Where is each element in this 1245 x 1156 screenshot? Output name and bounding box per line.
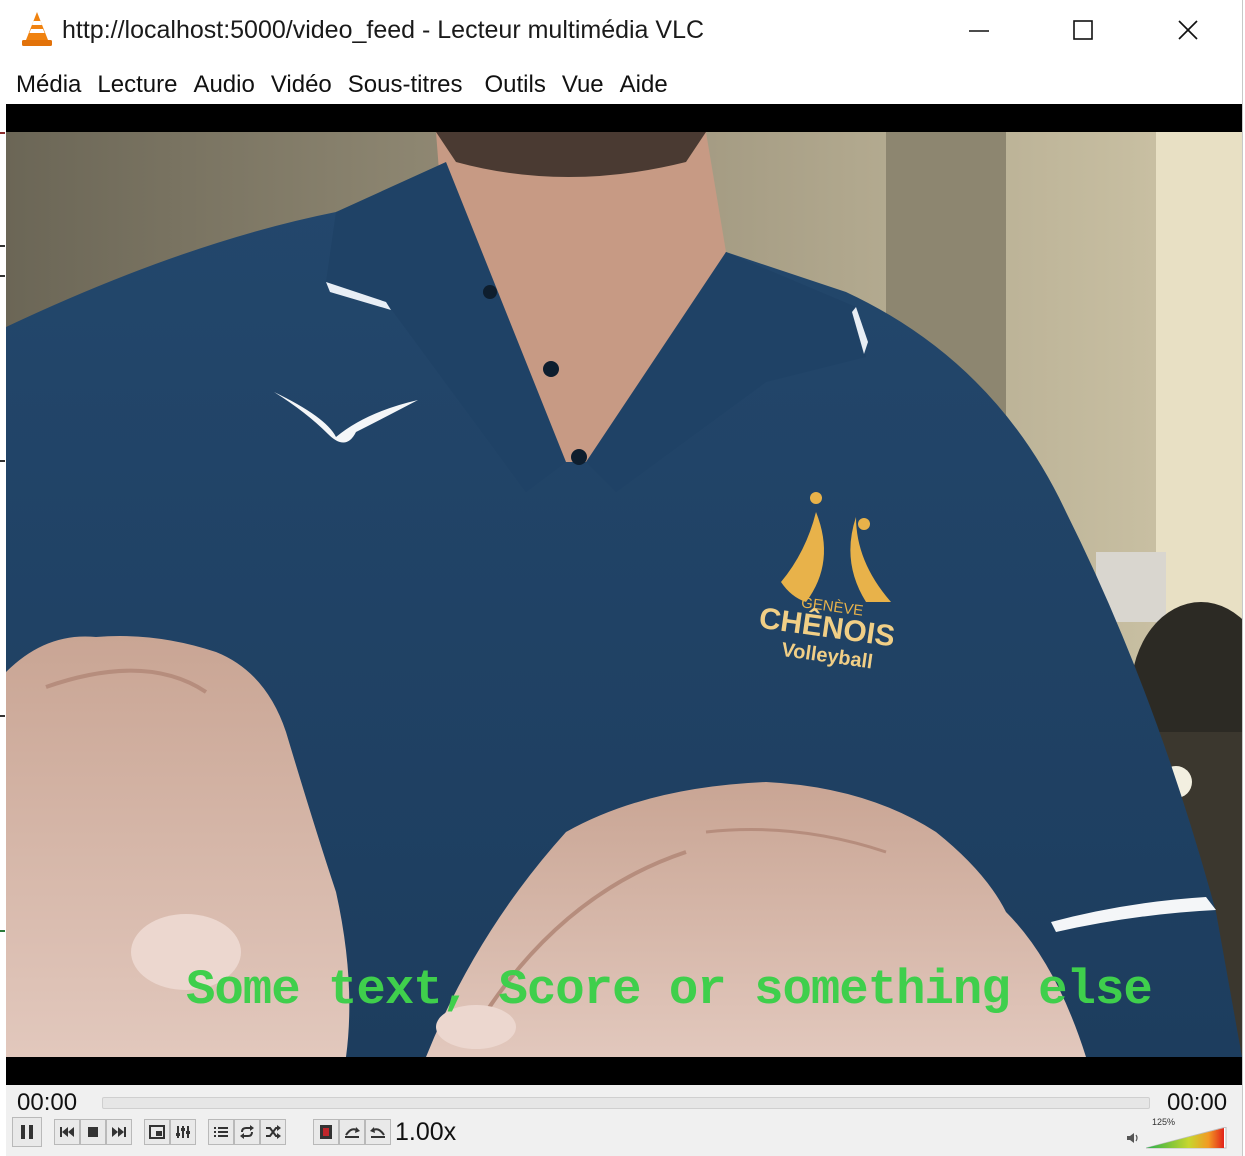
vlc-cone-icon bbox=[20, 10, 54, 48]
window-title: http://localhost:5000/video_feed - Lecte… bbox=[62, 16, 705, 44]
snapshot-icon bbox=[345, 1127, 360, 1138]
volume-percent: 125% bbox=[1152, 1117, 1176, 1127]
vlc-window: http://localhost:5000/video_feed - Lecte… bbox=[6, 0, 1243, 1156]
minimize-icon bbox=[969, 30, 989, 32]
loop-button[interactable] bbox=[234, 1119, 260, 1145]
menu-sous-titres[interactable]: Sous-titres bbox=[340, 71, 471, 99]
shuffle-button[interactable] bbox=[260, 1119, 286, 1145]
snapshot-button[interactable] bbox=[339, 1119, 365, 1145]
playlist-icon bbox=[214, 1127, 228, 1137]
frame-by-frame-icon bbox=[370, 1127, 385, 1138]
close-button[interactable] bbox=[1162, 8, 1214, 52]
volume-slider[interactable] bbox=[1146, 1127, 1228, 1149]
menu-aide[interactable]: Aide bbox=[612, 71, 676, 99]
playback-speed[interactable]: 1.00x bbox=[395, 1118, 456, 1147]
menu-video[interactable]: Vidéo bbox=[263, 71, 340, 99]
maximize-button[interactable] bbox=[1057, 8, 1109, 52]
elapsed-time: 00:00 bbox=[17, 1089, 78, 1116]
extended-settings-button[interactable] bbox=[170, 1119, 196, 1145]
menu-vue[interactable]: Vue bbox=[554, 71, 612, 99]
seek-bar[interactable] bbox=[102, 1097, 1150, 1109]
title-bar[interactable]: http://localhost:5000/video_feed - Lecte… bbox=[6, 0, 1242, 62]
fullscreen-button[interactable] bbox=[144, 1119, 170, 1145]
total-time: 00:00 bbox=[1167, 1089, 1228, 1116]
shuffle-icon bbox=[266, 1125, 281, 1139]
menu-media[interactable]: Média bbox=[6, 71, 89, 99]
pause-button[interactable] bbox=[12, 1117, 42, 1147]
stop-button[interactable] bbox=[80, 1119, 106, 1145]
speaker-icon[interactable] bbox=[1126, 1131, 1140, 1145]
video-frame: GENÈVE CHÊNOIS Volleyball Some text, Sco… bbox=[6, 132, 1242, 1057]
webcam-image: GENÈVE CHÊNOIS Volleyball bbox=[6, 132, 1242, 1057]
previous-icon bbox=[60, 1127, 74, 1137]
stop-icon bbox=[88, 1127, 98, 1137]
minimize-button[interactable] bbox=[953, 8, 1005, 52]
menu-bar: Média Lecture Audio Vidéo Sous-titres Ou… bbox=[6, 66, 676, 104]
extended-settings-icon bbox=[176, 1126, 190, 1138]
previous-button[interactable] bbox=[54, 1119, 80, 1145]
playlist-button[interactable] bbox=[208, 1119, 234, 1145]
next-button[interactable] bbox=[106, 1119, 132, 1145]
close-icon bbox=[1178, 20, 1198, 40]
frame-by-frame-button[interactable] bbox=[365, 1119, 391, 1145]
record-button[interactable] bbox=[313, 1119, 339, 1145]
video-overlay-text: Some text, Score or something else bbox=[186, 962, 1153, 1018]
next-icon bbox=[112, 1127, 126, 1137]
pause-icon bbox=[21, 1125, 33, 1139]
control-bar: 00:00 00:00 1.00x 125% bbox=[6, 1085, 1242, 1156]
loop-icon bbox=[240, 1125, 254, 1139]
maximize-icon bbox=[1073, 20, 1093, 40]
menu-outils[interactable]: Outils bbox=[470, 71, 553, 99]
record-icon bbox=[320, 1125, 332, 1139]
fullscreen-icon bbox=[149, 1125, 165, 1139]
control-buttons: 1.00x 125% bbox=[6, 1117, 1242, 1149]
menu-lecture[interactable]: Lecture bbox=[89, 71, 185, 99]
volume-control[interactable]: 125% bbox=[1124, 1117, 1236, 1149]
video-area[interactable]: GENÈVE CHÊNOIS Volleyball Some text, Sco… bbox=[6, 104, 1242, 1085]
menu-audio[interactable]: Audio bbox=[185, 71, 262, 99]
